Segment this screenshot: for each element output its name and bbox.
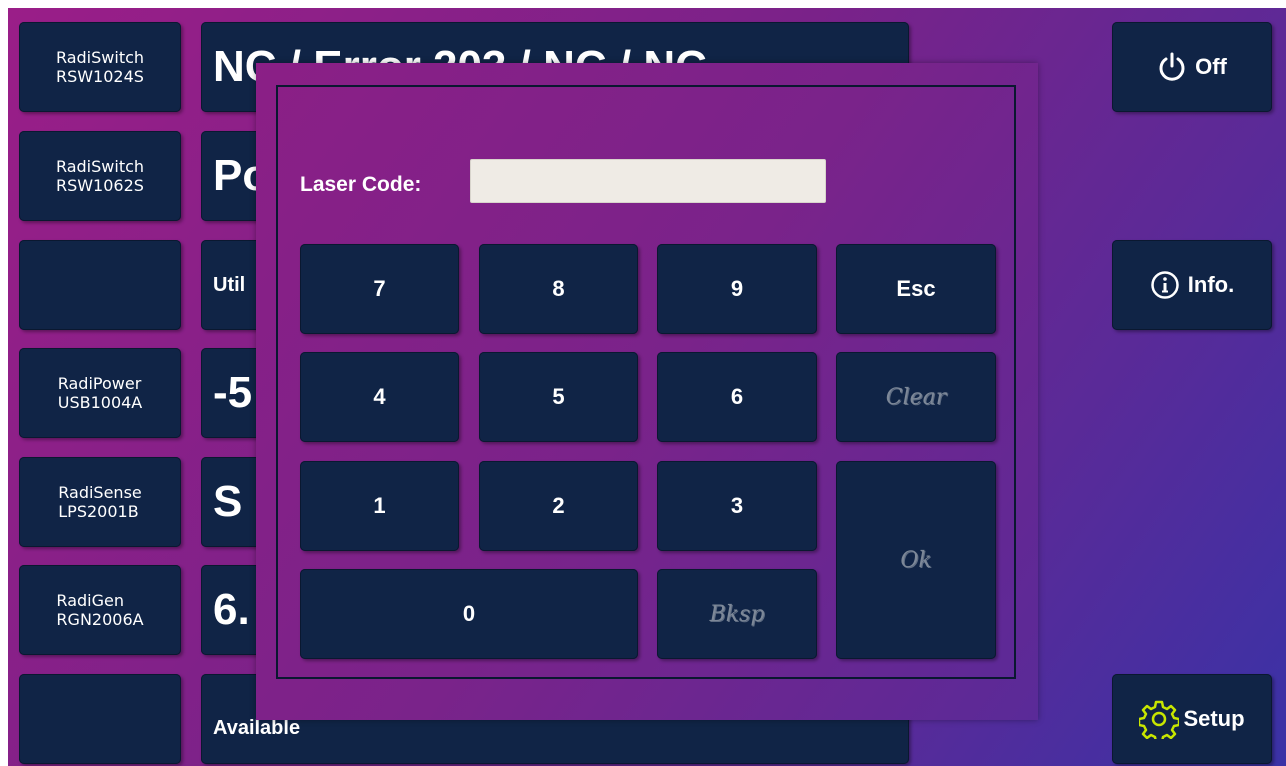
key-4[interactable]: 4 <box>300 352 459 442</box>
status-text: -5 <box>213 368 253 417</box>
key-1[interactable]: 1 <box>300 461 459 551</box>
setup-label: Setup <box>1183 706 1245 731</box>
info-label: Info. <box>1187 272 1235 297</box>
key-9[interactable]: 9 <box>657 244 817 334</box>
device-tile-usb1004a[interactable]: RadiPower USB1004A <box>19 348 181 438</box>
status-text: S <box>213 477 243 526</box>
device-model: RSW1024S <box>55 67 144 86</box>
gear-icon <box>1139 700 1180 739</box>
key-8[interactable]: 8 <box>479 244 638 334</box>
power-icon <box>1159 52 1185 81</box>
off-button[interactable]: Off <box>1112 22 1272 112</box>
key-3[interactable]: 3 <box>657 461 817 551</box>
device-tile-lps2001b[interactable]: RadiSense LPS2001B <box>19 457 181 547</box>
device-tile-rgn2006a[interactable]: RadiGen RGN2006A <box>19 565 181 655</box>
laser-code-label: Laser Code: <box>300 173 422 196</box>
device-name: RadiGen <box>56 591 124 610</box>
status-text: 6. <box>213 585 250 634</box>
key-6[interactable]: 6 <box>657 352 817 442</box>
info-button[interactable]: Info. <box>1112 240 1272 330</box>
status-text: Available <box>213 717 301 739</box>
setup-button[interactable]: Setup <box>1112 674 1272 764</box>
device-model: LPS2001B <box>58 502 139 521</box>
device-name: RadiSwitch <box>55 157 145 176</box>
device-model: RSW1062S <box>55 176 144 195</box>
key-0[interactable]: 0 <box>300 569 638 659</box>
status-text: Util <box>213 273 246 296</box>
device-tile-rsw1024s[interactable]: RadiSwitch RSW1024S <box>19 22 181 112</box>
device-tile-empty-1[interactable] <box>19 240 181 330</box>
key-bksp[interactable]: Bksp <box>657 569 817 659</box>
device-name: RadiSense <box>58 483 142 502</box>
main-screen: RadiSwitch RSW1024S RadiSwitch RSW1062S Ra… <box>8 8 1286 766</box>
key-clear[interactable]: Clear <box>836 352 996 442</box>
key-esc[interactable]: Esc <box>836 244 996 334</box>
laser-code-input[interactable] <box>470 159 826 203</box>
device-name: RadiSwitch <box>55 48 145 67</box>
device-model: USB1004A <box>57 393 143 412</box>
laser-code-dialog: Laser Code: 7 8 9 Esc 4 5 6 Clear 1 2 3 … <box>256 63 1038 720</box>
dialog-frame: Laser Code: 7 8 9 Esc 4 5 6 Clear 1 2 3 … <box>276 85 1016 679</box>
device-model: RGN2006A <box>56 610 144 629</box>
key-ok[interactable]: Ok <box>836 461 996 659</box>
key-7[interactable]: 7 <box>300 244 459 334</box>
off-label: Off <box>1195 54 1227 79</box>
info-icon <box>1151 271 1179 299</box>
key-5[interactable]: 5 <box>479 352 638 442</box>
key-2[interactable]: 2 <box>479 461 638 551</box>
device-tile-rsw1062s[interactable]: RadiSwitch RSW1062S <box>19 131 181 221</box>
device-tile-empty-2[interactable] <box>19 674 181 764</box>
device-name: RadiPower <box>57 374 142 393</box>
